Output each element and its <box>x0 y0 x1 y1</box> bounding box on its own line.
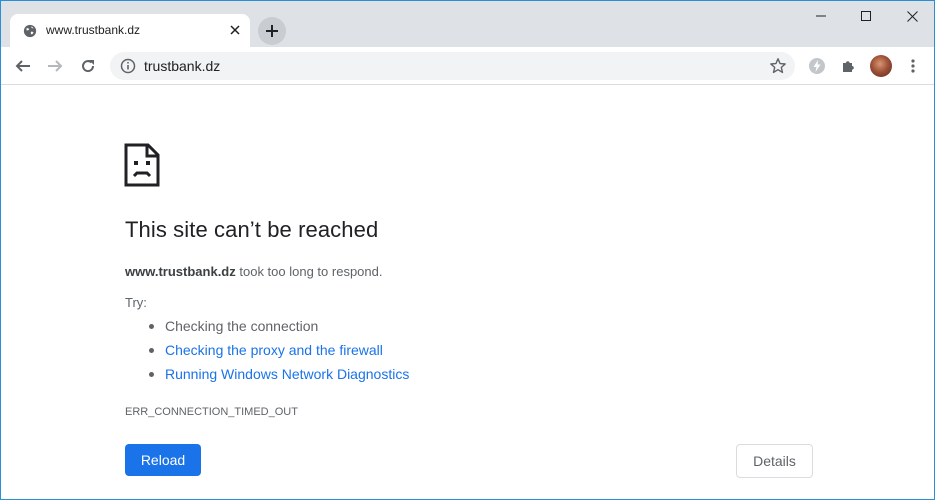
network-diagnostics-link[interactable]: Running Windows Network Diagnostics <box>165 366 409 382</box>
forward-button[interactable] <box>41 52 69 80</box>
plus-icon <box>266 25 278 37</box>
forward-arrow-icon <box>48 60 63 72</box>
error-message: took too long to respond. <box>239 264 383 279</box>
suggestions-list: Checking the connection Checking the pro… <box>125 316 409 388</box>
extensions-menu-button[interactable] <box>835 52 863 80</box>
profile-avatar[interactable] <box>870 55 892 77</box>
sad-page-icon <box>124 143 160 187</box>
suggestion-check-proxy-firewall[interactable]: Checking the proxy and the firewall <box>125 340 409 364</box>
tab-trustbank[interactable]: www.trustbank.dz <box>10 14 250 47</box>
tab-title: www.trustbank.dz <box>46 23 141 37</box>
lightning-extension-icon <box>809 58 825 74</box>
suggestion-network-diagnostics[interactable]: Running Windows Network Diagnostics <box>125 364 409 388</box>
error-code: ERR_CONNECTION_TIMED_OUT <box>125 406 298 418</box>
url-text[interactable]: trustbank.dz <box>144 58 220 74</box>
close-icon <box>906 10 918 22</box>
star-icon[interactable] <box>769 57 787 75</box>
browser-toolbar: trustbank.dz <box>1 47 934 85</box>
extension-button[interactable] <box>803 52 831 80</box>
info-icon[interactable] <box>120 58 136 74</box>
error-page: This site can’t be reached www.trustbank… <box>1 86 934 499</box>
proxy-firewall-link[interactable]: Checking the proxy and the firewall <box>165 342 383 358</box>
browser-window: www.trustbank.dz trustbank.dz This site … <box>0 0 935 500</box>
reload-button[interactable]: Reload <box>125 444 201 476</box>
back-button[interactable] <box>9 52 37 80</box>
tab-close-button[interactable] <box>226 21 244 39</box>
globe-icon <box>23 24 37 38</box>
reload-toolbar-button[interactable] <box>74 52 102 80</box>
try-label: Try: <box>125 295 147 310</box>
new-tab-button[interactable] <box>258 17 286 45</box>
error-description: www.trustbank.dz took too long to respon… <box>125 264 382 279</box>
error-host: www.trustbank.dz <box>125 264 236 279</box>
minimize-button[interactable] <box>798 1 844 31</box>
maximize-button[interactable] <box>843 1 889 31</box>
chrome-menu-button[interactable] <box>899 52 927 80</box>
back-arrow-icon <box>15 60 30 72</box>
reload-icon <box>82 60 95 73</box>
kebab-menu-icon <box>911 59 915 73</box>
window-close-button[interactable] <box>889 1 934 31</box>
close-icon <box>230 25 240 35</box>
error-title: This site can’t be reached <box>125 217 379 242</box>
minimize-icon <box>816 15 826 17</box>
details-button[interactable]: Details <box>736 444 813 478</box>
maximize-icon <box>861 11 871 21</box>
suggestion-check-connection: Checking the connection <box>125 316 409 340</box>
puzzle-icon <box>843 61 854 72</box>
address-bar[interactable]: trustbank.dz <box>110 52 795 80</box>
tab-strip: www.trustbank.dz <box>1 1 934 47</box>
